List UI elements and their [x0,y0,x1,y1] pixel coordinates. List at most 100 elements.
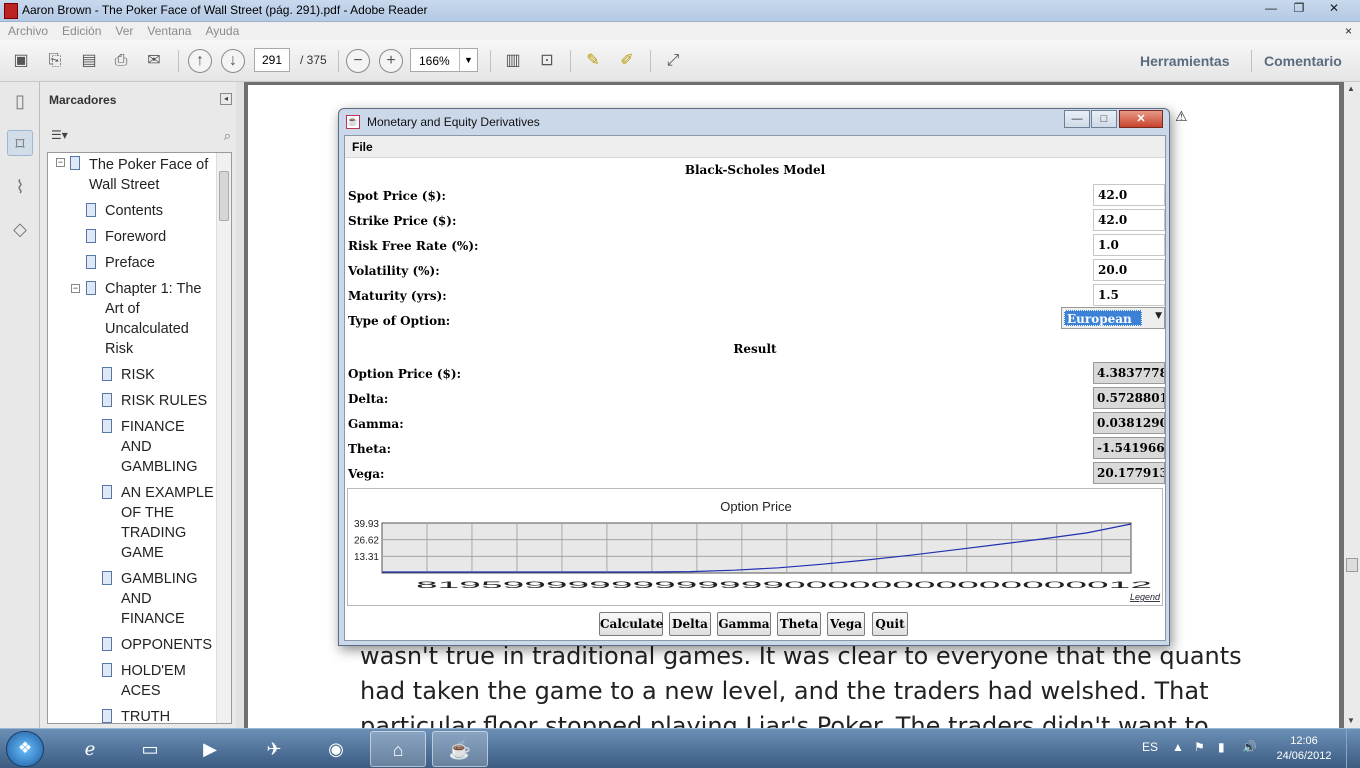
bookmark-item[interactable]: FINANCE AND GAMBLING [121,417,199,477]
fit-page-icon[interactable]: ▥ [500,48,526,74]
bookmarks-icon[interactable]: ⌑ [7,130,33,156]
menu-archivo[interactable]: Archivo [8,22,48,40]
bookmark-item[interactable]: AN EXAMPLE OF THE TRADING GAME [121,483,217,563]
legend-link[interactable]: Legend [1130,592,1161,602]
result-heading: Result [733,342,777,356]
bookmark-item[interactable]: Foreword [105,227,166,247]
menu-ver[interactable]: Ver [115,22,133,40]
gamma-label: Gamma: [348,417,404,431]
clock-date: 24/06/2012 [1276,750,1332,762]
menu-ayuda[interactable]: Ayuda [205,22,239,40]
bookmark-icon [86,255,96,269]
comment-tab[interactable]: Comentario [1264,53,1342,69]
collapse-toggle[interactable]: − [56,158,65,167]
bookmark-icon [102,485,112,499]
delta-button[interactable]: Delta [669,612,711,636]
zoom-in-icon[interactable]: + [379,49,403,73]
bookmark-item[interactable]: The Poker Face of Wall Street [89,155,214,195]
document-close-icon[interactable]: × [1345,22,1352,40]
calculate-button[interactable]: Calculate [599,612,663,636]
menu-edicion[interactable]: Edición [62,22,101,40]
bookmarks-header: Marcadores [49,93,117,107]
layers-icon[interactable]: ◇ [7,216,33,242]
bookmark-item[interactable]: OPPONENTS [121,635,212,655]
bookmark-item[interactable]: RISK [121,365,155,385]
tray-expand-icon[interactable]: ▲ [1172,740,1184,754]
java-close-button[interactable]: ✕ [1119,110,1163,128]
open-icon[interactable]: ⎘ [42,48,68,74]
volatility-input[interactable]: 20.0 [1093,259,1165,281]
tools-tab[interactable]: Herramientas [1140,53,1230,69]
java-task-icon[interactable]: ☕ [432,731,488,767]
strike-price-input[interactable]: 42.0 [1093,209,1165,231]
options-menu-icon[interactable]: ☰▾ [51,128,68,142]
spot-price-input[interactable]: 42.0 [1093,184,1165,206]
volume-icon[interactable]: 🔊 [1242,740,1257,754]
document-scrollbar[interactable]: ▲ ▼ [1344,82,1360,728]
show-desktop-button[interactable] [1346,729,1360,768]
strike-price-label: Strike Price ($): [348,214,457,228]
file-explorer-icon[interactable]: ▭ [122,731,178,767]
email-icon[interactable]: ✉ [141,48,167,74]
menu-ventana[interactable]: Ventana [147,22,191,40]
print-icon[interactable]: ⎙ [108,48,134,74]
bookmark-tree: − The Poker Face of Wall Street Contents… [47,152,232,724]
comment-bubble-icon[interactable]: ✎ [580,48,606,74]
start-button[interactable]: ❖ [6,731,44,767]
fullscreen-icon[interactable]: ⤢ [660,48,686,74]
scroll-down-icon[interactable]: ▼ [1347,716,1355,725]
collapse-panel-icon[interactable]: ◂ [220,93,232,105]
bookmark-item[interactable]: Preface [105,253,155,273]
bookmark-item[interactable]: RISK RULES [121,391,207,411]
fit-width-icon[interactable]: ⊡ [534,48,560,74]
bookmark-item[interactable]: TRUTH [121,707,170,723]
java-minimize-button[interactable]: — [1064,110,1090,128]
bookmark-scrollbar[interactable] [216,153,231,723]
next-page-icon[interactable]: ↓ [221,49,245,73]
bookmark-item[interactable]: GAMBLING AND FINANCE [121,569,207,629]
adobe-reader-task-icon[interactable]: ⌂ [370,731,426,767]
risk-free-rate-input[interactable]: 1.0 [1093,234,1165,256]
close-button[interactable]: ✕ [1314,0,1354,18]
theta-button[interactable]: Theta [777,612,821,636]
option-type-label: Type of Option: [348,314,451,328]
scroll-up-icon[interactable]: ▲ [1347,84,1355,93]
chevron-down-icon[interactable]: ▼ [1155,311,1162,321]
bookmark-item[interactable]: Contents [105,201,163,221]
page-thumbnails-icon[interactable]: ▯ [7,88,33,114]
gamma-button[interactable]: Gamma [717,612,771,636]
bookmark-item[interactable]: Chapter 1: The Art of Uncalculated Risk [105,279,213,359]
media-player-icon[interactable]: ▶ [182,731,238,767]
language-indicator[interactable]: ES [1142,740,1158,754]
page-number-input[interactable]: 291 [254,48,290,72]
create-pdf-icon[interactable]: ▣ [8,48,34,74]
highlight-icon[interactable]: ✐ [614,48,640,74]
adobe-reader-icon [4,3,18,19]
quit-button[interactable]: Quit [872,612,908,636]
firefox-icon[interactable]: ◉ [308,731,364,767]
maturity-input[interactable]: 1.5 [1093,284,1165,306]
vega-value: 20.177913984 [1093,462,1165,484]
find-bookmark-icon[interactable]: ⌕ [224,128,231,144]
option-type-select[interactable]: European Put ▼ [1061,307,1165,342]
menu-file[interactable]: File [352,140,373,154]
minimize-button[interactable]: — [1258,0,1284,18]
zoom-out-icon[interactable]: − [346,49,370,73]
attachments-icon[interactable]: ⌇ [7,174,33,200]
vega-button[interactable]: Vega [827,612,865,636]
clock[interactable]: 12:06 24/06/2012 [1276,734,1332,764]
restore-button[interactable]: ❐ [1286,0,1312,18]
flag-icon[interactable]: ⚑ [1194,740,1205,754]
java-maximize-button[interactable]: □ [1091,110,1117,128]
chevron-down-icon[interactable]: ▼ [459,49,477,71]
internet-explorer-icon[interactable]: ℯ [62,731,118,767]
zoom-select[interactable]: 166% ▼ [410,48,478,72]
network-icon[interactable]: ▮ [1218,740,1225,754]
save-icon[interactable]: ▤ [76,48,102,74]
previous-page-icon[interactable]: ↑ [188,49,212,73]
panel-splitter[interactable] [236,82,244,728]
network-app-icon[interactable]: ✈ [246,731,302,767]
bookmark-icon [86,229,96,243]
bookmark-item[interactable]: HOLD'EM ACES [121,661,201,701]
collapse-toggle[interactable]: − [71,284,80,293]
